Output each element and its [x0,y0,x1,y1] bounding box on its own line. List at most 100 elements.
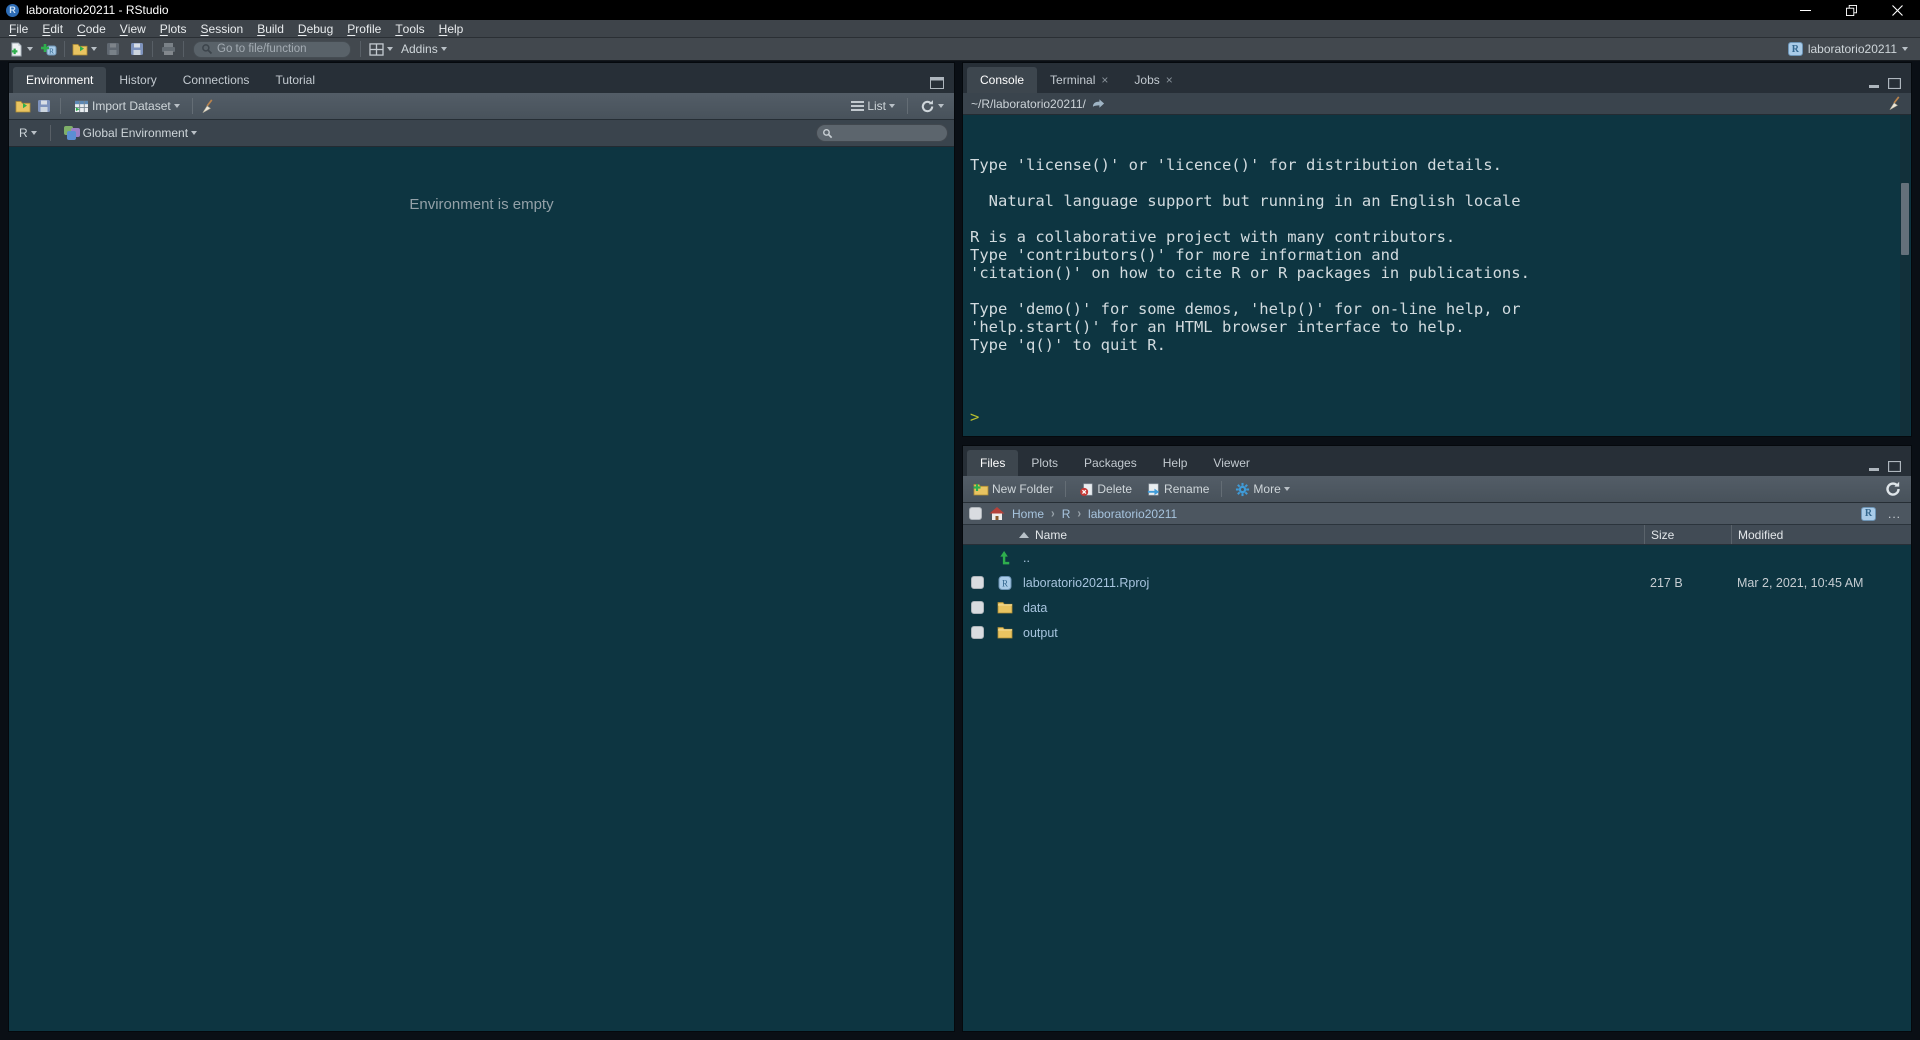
rename-button[interactable]: Rename [1141,479,1213,499]
console-tab-jobs[interactable]: Jobs× [1121,67,1185,93]
delete-button[interactable]: Delete [1074,479,1136,499]
console-line: Type 'license()' or 'licence()' for dist… [970,156,1897,174]
load-workspace-icon[interactable] [15,98,31,114]
files-tab-help[interactable]: Help [1150,450,1201,476]
pane-minimize-icon[interactable] [1868,79,1880,89]
menu-item-file[interactable]: File [2,20,35,37]
file-row[interactable]: data [963,595,1911,620]
menu-item-build[interactable]: Build [250,20,291,37]
column-header-name[interactable]: Name [1019,525,1644,544]
close-button[interactable] [1874,0,1920,20]
delete-icon [1078,481,1094,497]
column-header-size[interactable]: Size [1644,525,1731,544]
tab-close-icon[interactable]: × [1166,74,1173,86]
row-checkbox[interactable] [963,576,991,589]
breadcrumb-link-r[interactable]: R [1062,507,1071,521]
files-tab-packages[interactable]: Packages [1071,450,1150,476]
more-directories-button[interactable]: ... [1884,507,1905,521]
new-folder-button[interactable]: New Folder [969,479,1057,499]
console-tab-console[interactable]: Console [967,67,1037,93]
console-pane: ConsoleTerminal×Jobs× ~/R/laboratorio202… [962,62,1912,437]
clear-console-broom-icon[interactable] [1887,96,1903,112]
file-row[interactable]: .. [963,545,1911,570]
checkbox[interactable] [971,576,984,589]
close-icon [1892,5,1903,16]
file-name[interactable]: data [1019,601,1644,615]
row-checkbox[interactable] [963,601,991,614]
pane-maximize-icon[interactable] [1888,461,1901,472]
select-all-checkbox[interactable] [969,507,982,520]
menu-item-debug[interactable]: Debug [291,20,340,37]
project-menu-button[interactable]: R laboratorio20211 [1788,42,1916,56]
console-scrollbar[interactable] [1900,115,1910,436]
console-line: R is a collaborative project with many c… [970,228,1897,246]
menu-item-tools[interactable]: Tools [388,20,431,37]
save-all-icon [129,41,145,57]
global-environment-selector[interactable]: Global Environment [60,123,201,143]
menu-item-session[interactable]: Session [194,20,251,37]
menu-item-plots[interactable]: Plots [153,20,194,37]
restore-button[interactable] [1828,0,1874,20]
more-button[interactable]: More [1230,479,1293,499]
left-tab-connections[interactable]: Connections [170,67,263,93]
save-all-button[interactable] [125,39,149,59]
left-tab-history[interactable]: History [106,67,169,93]
rstudio-logo-icon: R [6,4,19,17]
save-button[interactable] [101,39,125,59]
minimize-button[interactable] [1782,0,1828,20]
left-tab-environment[interactable]: Environment [13,67,106,93]
scrollbar-thumb[interactable] [1901,183,1909,255]
console-prompt[interactable]: > [970,408,1897,426]
dropdown-caret-icon [191,131,197,135]
print-button[interactable] [156,39,180,59]
save-workspace-icon[interactable] [36,98,52,114]
new-project-button[interactable]: R [37,39,61,59]
import-dataset-button[interactable]: Import Dataset [69,96,184,116]
breadcrumb-link-home[interactable]: Home [1012,507,1044,521]
tab-label: Files [980,456,1005,470]
file-name[interactable]: laboratorio20211.Rproj [1019,576,1644,590]
file-name[interactable]: output [1019,626,1644,640]
clear-workspace-broom-icon[interactable] [201,98,217,114]
env-refresh-button[interactable] [916,96,948,116]
files-tabbar: Files PlotsPackagesHelpViewer [963,446,1911,476]
rename-label: Rename [1164,482,1209,496]
files-tab-plots[interactable]: Plots [1018,450,1071,476]
language-selector[interactable]: R [15,123,41,143]
menu-item-edit[interactable]: Edit [35,20,70,37]
goto-directory-arrow-icon[interactable] [1092,99,1105,109]
open-file-button[interactable] [68,39,101,59]
file-row[interactable]: output [963,620,1911,645]
env-display-mode-button[interactable]: List [847,96,899,116]
goto-file-function-input[interactable]: Go to file/function [193,41,351,58]
file-name[interactable]: .. [1019,551,1644,565]
checkbox[interactable] [971,601,984,614]
pane-restore-icon[interactable] [930,77,944,89]
pane-maximize-icon[interactable] [1888,78,1901,89]
addins-button[interactable]: Addins [397,39,451,59]
new-file-button[interactable] [4,39,37,59]
menu-item-help[interactable]: Help [432,20,471,37]
console-output[interactable]: Type 'license()' or 'licence()' for dist… [963,115,1911,436]
tab-close-icon[interactable]: × [1101,74,1108,86]
menu-item-view[interactable]: View [113,20,153,37]
tab-label: Console [980,73,1024,87]
pane-minimize-icon[interactable] [1868,462,1880,472]
breadcrumb-link-laboratorio20211[interactable]: laboratorio20211 [1088,507,1177,521]
checkbox[interactable] [971,626,984,639]
environment-search-input[interactable] [816,124,948,142]
files-tab-files[interactable]: Files [967,450,1018,476]
column-header-modified[interactable]: Modified [1731,525,1911,544]
files-refresh-button[interactable] [1881,479,1905,499]
files-tab-viewer[interactable]: Viewer [1200,450,1262,476]
home-icon[interactable] [989,506,1005,522]
menu-item-profile[interactable]: Profile [340,20,388,37]
list-mode-label: List [867,99,886,113]
left-tab-tutorial[interactable]: Tutorial [262,67,328,93]
pane-layout-button[interactable] [364,39,397,59]
row-checkbox[interactable] [963,626,991,639]
console-tab-terminal[interactable]: Terminal× [1037,67,1121,93]
menu-item-code[interactable]: Code [70,20,113,37]
file-row[interactable]: Rlaboratorio20211.Rproj217 BMar 2, 2021,… [963,570,1911,595]
rproject-breadcrumb-icon[interactable]: R [1861,507,1876,521]
